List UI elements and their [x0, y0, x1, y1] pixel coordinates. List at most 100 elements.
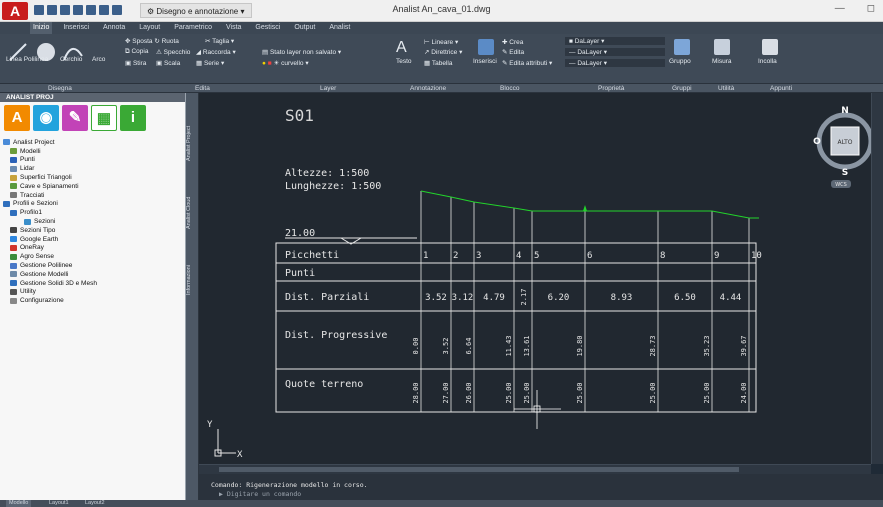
tree-node[interactable]: Superfici Triangoli	[3, 173, 182, 182]
viewcube-south[interactable]: S	[842, 168, 848, 178]
panel-annotazione[interactable]: Annotazione	[410, 84, 446, 93]
tree-node[interactable]: OneRay	[3, 244, 182, 253]
tree-node[interactable]: Gestione Polilinee	[3, 261, 182, 270]
insert-block-icon[interactable]	[478, 39, 494, 55]
tree-node[interactable]: Sezioni Tipo	[3, 226, 182, 235]
tab-analist[interactable]: Analist	[326, 22, 353, 34]
tree-node[interactable]: Lidar	[3, 164, 182, 173]
draw-circle-label[interactable]: Cerchio	[60, 56, 82, 63]
horizontal-scrollbar[interactable]	[199, 464, 871, 474]
globe-icon[interactable]: ◉	[33, 105, 59, 131]
tab-analist-project[interactable]: Analist Project	[186, 113, 199, 173]
text-icon[interactable]: A	[396, 39, 407, 57]
measure-label[interactable]: Misura	[712, 58, 732, 65]
layer-state-dropdown[interactable]: ▤ Stato layer non salvato ▾	[262, 48, 341, 56]
lineweight-label: DaLayer	[577, 60, 602, 67]
tab-parametrico[interactable]: Parametrico	[171, 22, 215, 34]
linetype-dropdown[interactable]: — DaLayer ▾	[565, 48, 665, 56]
tab-annota[interactable]: Annota	[100, 22, 128, 34]
array-button[interactable]: ▦ Serie ▾	[196, 59, 224, 67]
tools-icon[interactable]: ✎	[62, 105, 88, 131]
tree-node[interactable]: Modelli	[3, 147, 182, 156]
layout-tab-2[interactable]: Layout2	[82, 500, 108, 507]
tab-output[interactable]: Output	[291, 22, 318, 34]
minimize-button[interactable]: —	[835, 3, 845, 14]
insert-label[interactable]: Inserisci	[473, 58, 497, 65]
panel-appunti[interactable]: Appunti	[770, 84, 792, 93]
edit-attributes-button[interactable]: ✎ Edita attributi ▾	[502, 59, 552, 67]
command-line: Comando: Rigenerazione modello in corso.…	[199, 474, 883, 500]
map-icon[interactable]: ▦	[91, 105, 117, 131]
group-icon[interactable]	[674, 39, 690, 55]
tab-analist-cloud[interactable]: Analist Cloud	[186, 183, 199, 243]
viewcube-west[interactable]: O	[813, 137, 821, 147]
tree-node[interactable]: Tracciati	[3, 191, 182, 200]
panel-edita[interactable]: Edita	[195, 84, 210, 93]
tree-node-icon	[24, 218, 31, 225]
partial-distance: 3.12	[452, 293, 474, 303]
table-button[interactable]: ▦ Tabella	[424, 59, 452, 67]
tree-node-label: Analist Project	[13, 138, 55, 146]
horizontal-scroll-thumb[interactable]	[219, 467, 739, 472]
copy-label: Copia	[131, 48, 149, 55]
create-block-button[interactable]: ✚ Crea	[502, 38, 523, 46]
tree-node[interactable]: Punti	[3, 156, 182, 165]
panel-utilita[interactable]: Utilità	[718, 84, 734, 93]
scale-button[interactable]: ▣ Scala	[156, 59, 180, 67]
draw-polyline-label[interactable]: Linea Polilinea	[6, 56, 48, 63]
command-input[interactable]: ▶ Digitare un comando	[219, 490, 301, 498]
tab-gestisci[interactable]: Gestisci	[252, 22, 283, 34]
tab-inserisci[interactable]: Inserisci	[60, 22, 92, 34]
panel-proprieta[interactable]: Proprietà	[598, 84, 624, 93]
fillet-button[interactable]: ◢ Raccorda ▾	[196, 48, 236, 56]
tab-layout[interactable]: Layout	[136, 22, 163, 34]
stretch-button[interactable]: ▣ Stira	[125, 59, 146, 67]
tree-node[interactable]: Utility	[3, 288, 182, 297]
group-label[interactable]: Gruppo	[669, 58, 691, 65]
station-number: 1	[423, 251, 428, 261]
progressive-distance: 13.61	[523, 335, 531, 356]
tree-node[interactable]: Agro Sense	[3, 252, 182, 261]
tree-node[interactable]: Analist Project	[3, 138, 182, 147]
tree-node[interactable]: Configurazione	[3, 296, 182, 305]
lineweight-dropdown[interactable]: — DaLayer ▾	[565, 59, 665, 67]
paste-icon[interactable]	[762, 39, 778, 55]
measure-icon[interactable]	[714, 39, 730, 55]
panel-gruppi[interactable]: Gruppi	[672, 84, 692, 93]
trim-button[interactable]: ✂ Taglia ▾	[205, 37, 234, 45]
move-button[interactable]: ✥ Sposta ↻ Ruota	[125, 37, 179, 45]
tab-informazioni[interactable]: Informazioni	[186, 253, 199, 308]
tab-inizio[interactable]: Inizio	[30, 22, 53, 34]
panel-disegna[interactable]: Disegna	[48, 84, 72, 93]
text-label[interactable]: Testo	[396, 58, 412, 65]
tree-node[interactable]: Profili e Sezioni	[3, 200, 182, 209]
draw-arc-label[interactable]: Arco	[92, 56, 105, 63]
station-number: 9	[714, 251, 719, 261]
panel-layer[interactable]: Layer	[320, 84, 336, 93]
vertical-scrollbar[interactable]	[871, 93, 883, 464]
layout-tab-1[interactable]: Layout1	[46, 500, 72, 507]
paste-label[interactable]: Incolla	[758, 58, 777, 65]
layout-tab-model[interactable]: Modello	[6, 500, 32, 507]
analist-icon[interactable]: A	[4, 105, 30, 131]
drawing-area[interactable]: S01 Altezze: 1:500 Lunghezze: 1:500 21.0…	[199, 93, 878, 464]
panel-blocco[interactable]: Blocco	[500, 84, 520, 93]
tab-vista[interactable]: Vista	[223, 22, 244, 34]
current-layer-dropdown[interactable]: ● ■ ☀ curvello ▾	[262, 59, 309, 67]
tree-node[interactable]: Cave e Spianamenti	[3, 182, 182, 191]
viewcube-north[interactable]: N	[841, 106, 849, 116]
tree-node[interactable]: Gestione Solidi 3D e Mesh	[3, 279, 182, 288]
restore-button[interactable]: ◻	[867, 3, 875, 14]
linear-label: Lineare	[431, 39, 454, 46]
tree-node[interactable]: Sezioni	[3, 217, 182, 226]
info-icon[interactable]: i	[120, 105, 146, 131]
tree-node[interactable]: Profilo1	[3, 208, 182, 217]
tree-node[interactable]: Google Earth	[3, 235, 182, 244]
tree-node[interactable]: Gestione Modelli	[3, 270, 182, 279]
leader-button[interactable]: ↗ Direttrice ▾	[424, 48, 462, 56]
mirror-button[interactable]: ⚠ Specchio	[156, 48, 190, 56]
linear-dimension-button[interactable]: ⊢ Lineare ▾	[424, 38, 458, 46]
copy-button[interactable]: ⧉ Copia	[125, 48, 148, 56]
color-dropdown[interactable]: ■ DaLayer ▾	[565, 37, 665, 45]
edit-block-button[interactable]: ✎ Edita	[502, 48, 524, 56]
